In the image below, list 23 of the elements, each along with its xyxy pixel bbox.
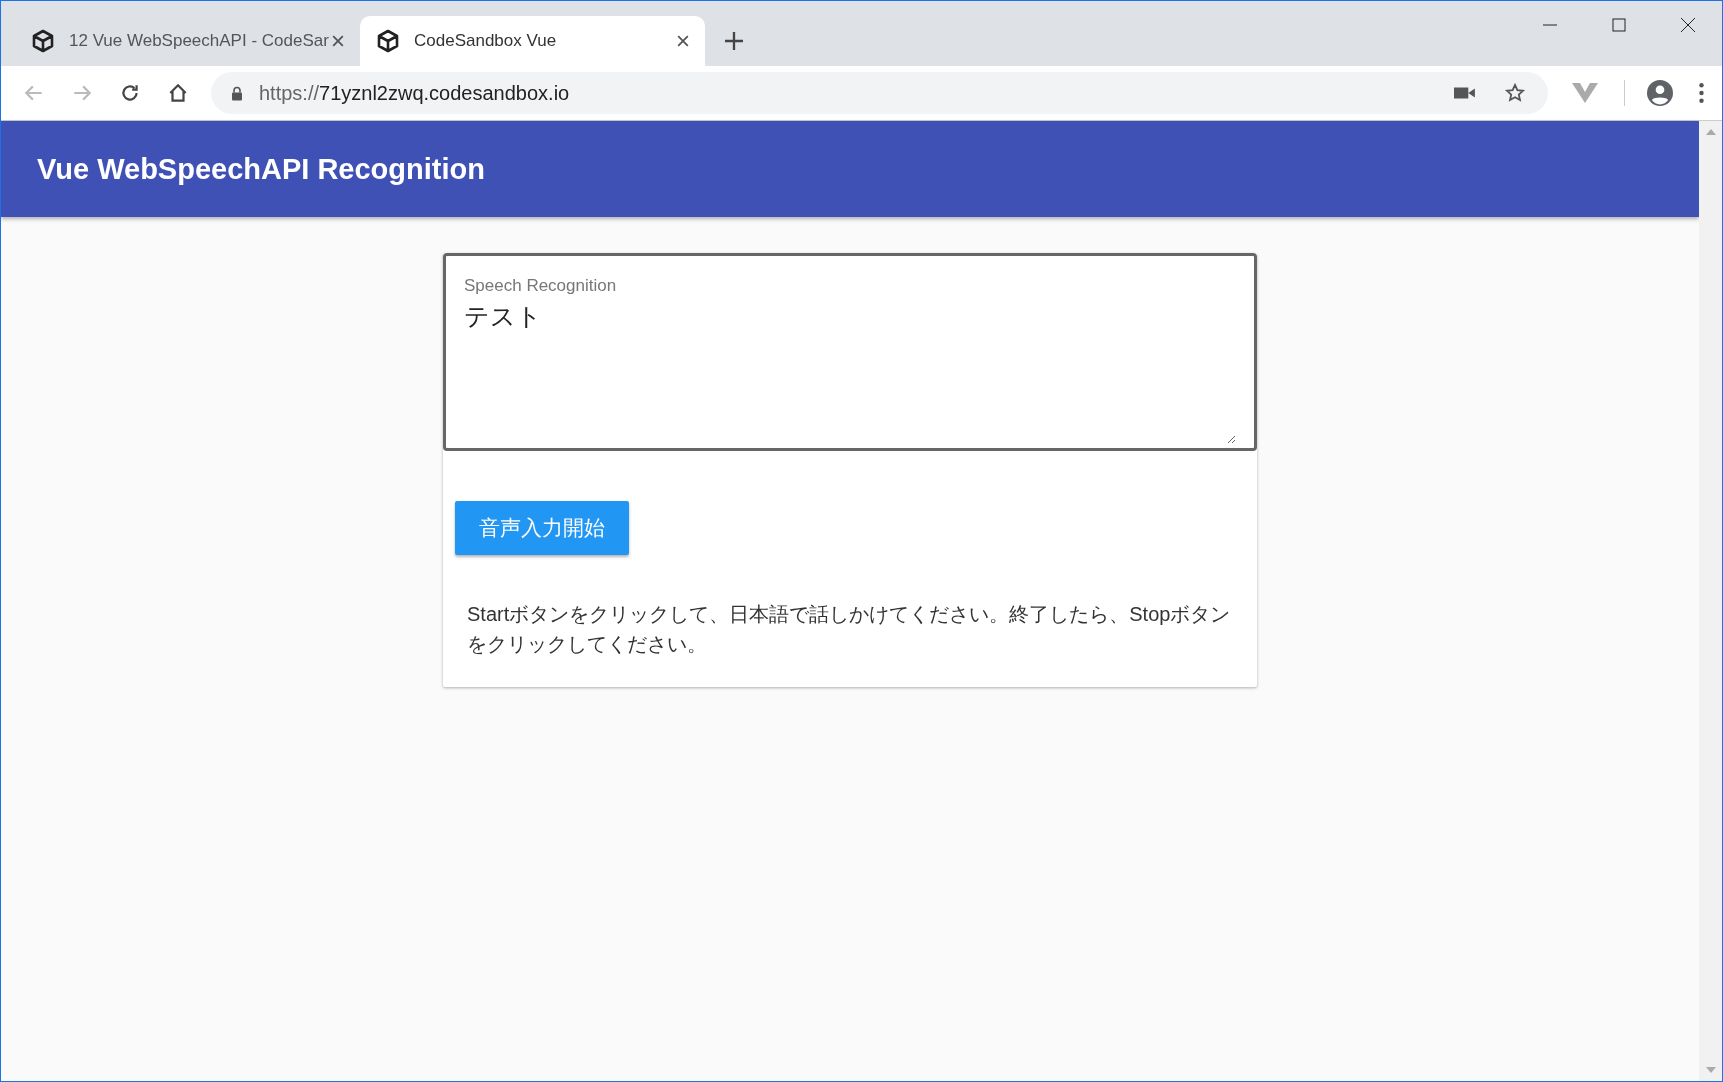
cube-icon bbox=[31, 29, 55, 53]
app-title: Vue WebSpeechAPI Recognition bbox=[37, 152, 485, 186]
lock-icon bbox=[231, 85, 243, 101]
browser-tab[interactable]: CodeSandbox Vue bbox=[360, 16, 705, 66]
maximize-icon[interactable] bbox=[1611, 17, 1627, 33]
instructions-text: Startボタンをクリックして、日本語で話しかけてください。終了したら、Stopボタンをクリックしてください。 bbox=[466, 602, 1232, 657]
browser-tab[interactable]: 12 Vue WebSpeechAPI - CodeSar bbox=[15, 16, 360, 66]
close-icon[interactable] bbox=[1680, 17, 1696, 33]
url-text: https://71yznl2zwq.codesandbox.io bbox=[259, 81, 570, 105]
speech-text-area[interactable]: Speech Recognition テスト bbox=[443, 253, 1257, 451]
address-bar[interactable]: https://71yznl2zwq.codesandbox.io bbox=[211, 72, 1548, 114]
cube-icon bbox=[376, 29, 400, 53]
tab-title: CodeSandbox Vue bbox=[414, 31, 558, 51]
close-icon[interactable] bbox=[332, 35, 344, 47]
account-icon[interactable] bbox=[1647, 80, 1673, 106]
menu-icon[interactable] bbox=[1699, 83, 1704, 103]
star-icon[interactable] bbox=[1504, 83, 1526, 103]
close-icon[interactable] bbox=[677, 35, 689, 47]
reload-icon[interactable] bbox=[119, 82, 141, 104]
new-tab-icon[interactable] bbox=[725, 32, 743, 50]
tab-title: 12 Vue WebSpeechAPI - CodeSar bbox=[69, 31, 330, 51]
field-label: Speech Recognition bbox=[464, 276, 618, 296]
home-icon[interactable] bbox=[167, 82, 189, 104]
